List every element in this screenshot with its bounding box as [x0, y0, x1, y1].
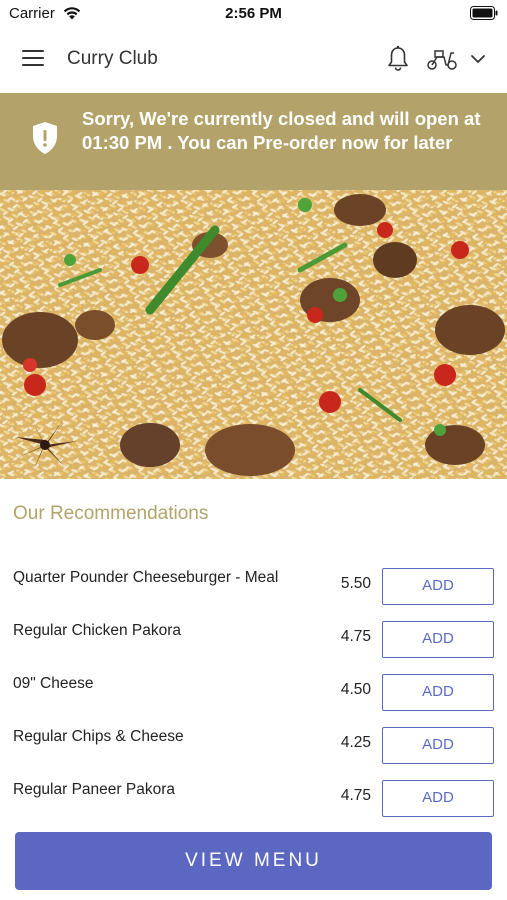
item-name: Regular Chicken Pakora	[13, 622, 182, 639]
item-price: 5.50	[340, 575, 371, 592]
add-button[interactable]: ADD	[382, 780, 494, 817]
item-price: 4.75	[340, 787, 371, 804]
item-price: 4.50	[340, 681, 371, 698]
add-button[interactable]: ADD	[382, 568, 494, 605]
chevron-down-icon[interactable]	[470, 52, 486, 66]
menu-icon[interactable]	[22, 50, 46, 70]
list-item: Quarter Pounder Cheeseburger - Meal 5.50…	[0, 560, 507, 613]
add-button[interactable]: ADD	[382, 674, 494, 711]
battery-icon	[470, 6, 498, 20]
biryani-food-image	[0, 190, 507, 479]
item-name: Regular Chips & Cheese	[13, 728, 184, 745]
shield-icon	[33, 122, 57, 154]
app-title: Curry Club	[67, 48, 158, 69]
closed-banner: Sorry, We're currently closed and will o…	[0, 93, 507, 190]
recommendations-title: Our Recommendations	[13, 503, 209, 524]
list-item: Regular Paneer Pakora 4.75 ADD	[0, 772, 507, 825]
item-name: Quarter Pounder Cheeseburger - Meal	[13, 569, 279, 586]
list-item: 09" Cheese 4.50 ADD	[0, 666, 507, 719]
scooter-icon[interactable]	[426, 47, 458, 71]
item-price: 4.75	[340, 628, 371, 645]
view-menu-button[interactable]: VIEW MENU	[15, 832, 492, 890]
status-time: 2:56 PM	[225, 5, 282, 22]
item-name: Regular Paneer Pakora	[13, 781, 175, 798]
hero-image	[0, 190, 507, 479]
add-button[interactable]: ADD	[382, 621, 494, 658]
list-item: Regular Chips & Cheese 4.25 ADD	[0, 719, 507, 772]
item-price: 4.25	[340, 734, 371, 751]
app-header: Curry Club	[0, 28, 507, 92]
bell-icon[interactable]	[386, 45, 410, 73]
add-button[interactable]: ADD	[382, 727, 494, 764]
item-name: 09" Cheese	[13, 675, 94, 692]
status-bar: Carrier 2:56 PM	[0, 0, 507, 28]
banner-message: Sorry, We're currently closed and will o…	[82, 108, 481, 153]
list-item: Regular Chicken Pakora 4.75 ADD	[0, 613, 507, 666]
